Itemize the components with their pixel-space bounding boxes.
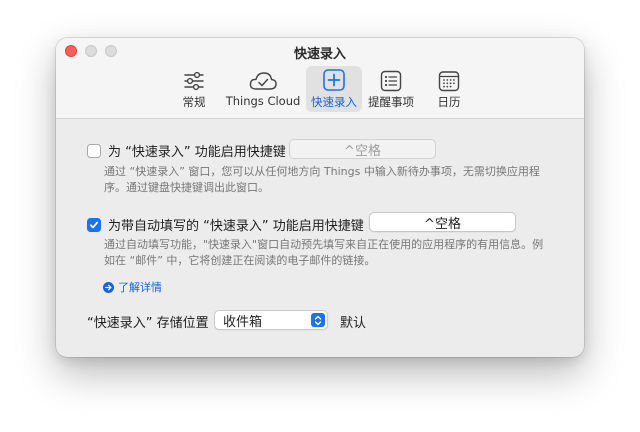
plus-square-icon [322,66,346,92]
save-location-popup[interactable]: 收件箱 [214,310,328,330]
autofill-shortcut-row: 为带自动填写的 “快速录入” 功能启用快捷键 [87,215,364,234]
enable-shortcut-description-line-2: 序。通过键盘快捷键调出此窗口。 [104,181,269,194]
preferences-window: 快速录入 常规 Things Cloud 快速录入 提醒事项 日历 为 “快速录… [56,38,584,357]
list-icon [380,66,402,92]
preferences-toolbar: 常规 Things Cloud 快速录入 提醒事项 日历 [56,64,584,114]
tab-things-cloud[interactable]: Things Cloud [225,66,301,112]
save-location-default-label: 默认 [340,316,367,331]
autofill-description-line-1: 通过自动填写功能，"快速录入"窗口自动预先填写来自正在使用的应用程序的有用信息。… [104,238,544,251]
learn-more-label: 了解详情 [118,281,162,294]
enable-shortcut-recorder[interactable]: ^空格 [289,139,436,159]
tab-general-label: 常规 [182,95,206,109]
checkmark-icon [89,221,99,228]
enable-shortcut-description-line-1: 通过 “快速录入” 窗口，您可以从任何地方向 Things 中输入新待办事项，无… [104,165,540,178]
tab-calendar[interactable]: 日历 [432,66,466,112]
chevron-up-down-icon [311,313,325,327]
calendar-icon [438,66,460,92]
enable-shortcut-checkbox[interactable] [87,143,101,158]
sliders-icon [183,66,205,92]
tab-general[interactable]: 常规 [174,66,214,112]
tab-reminders-label: 提醒事项 [368,95,414,109]
save-location-label: “快速录入” 存储位置 [87,316,209,331]
enable-shortcut-label: 为 “快速录入” 功能启用快捷键 [108,145,286,160]
window-title: 快速录入 [293,47,346,62]
save-location-value: 收件箱 [223,314,263,330]
enable-shortcut-description: 通过 “快速录入” 窗口，您可以从任何地方向 Things 中输入新待办事项，无… [104,164,540,196]
titlebar: 快速录入 常规 Things Cloud 快速录入 提醒事项 日历 [56,38,584,119]
quick-entry-pane: 为 “快速录入” 功能启用快捷键 ^空格 通过 “快速录入” 窗口，您可以从任何… [56,119,584,357]
learn-more-link[interactable]: 了解详情 [103,279,162,295]
autofill-shortcut-label: 为带自动填写的 “快速录入” 功能启用快捷键 [108,219,364,234]
autofill-shortcut-recorder[interactable]: ^空格 [369,212,516,232]
tab-quick-entry[interactable]: 快速录入 [306,66,362,112]
tab-things-cloud-label: Things Cloud [225,94,301,108]
tab-calendar-label: 日历 [437,95,461,109]
autofill-description-line-2: 如在 “邮件” 中，它将创建正在阅读的电子邮件的链接。 [104,254,376,267]
cloud-check-icon [248,66,278,92]
enable-shortcut-row: 为 “快速录入” 功能启用快捷键 [87,141,286,160]
autofill-shortcut-description: 通过自动填写功能，"快速录入"窗口自动预先填写来自正在使用的应用程序的有用信息。… [104,237,543,269]
autofill-shortcut-checkbox[interactable] [87,217,101,232]
tab-quick-entry-label: 快速录入 [311,95,357,109]
arrow-right-circle-icon [103,281,114,293]
tab-reminders[interactable]: 提醒事项 [366,66,416,112]
